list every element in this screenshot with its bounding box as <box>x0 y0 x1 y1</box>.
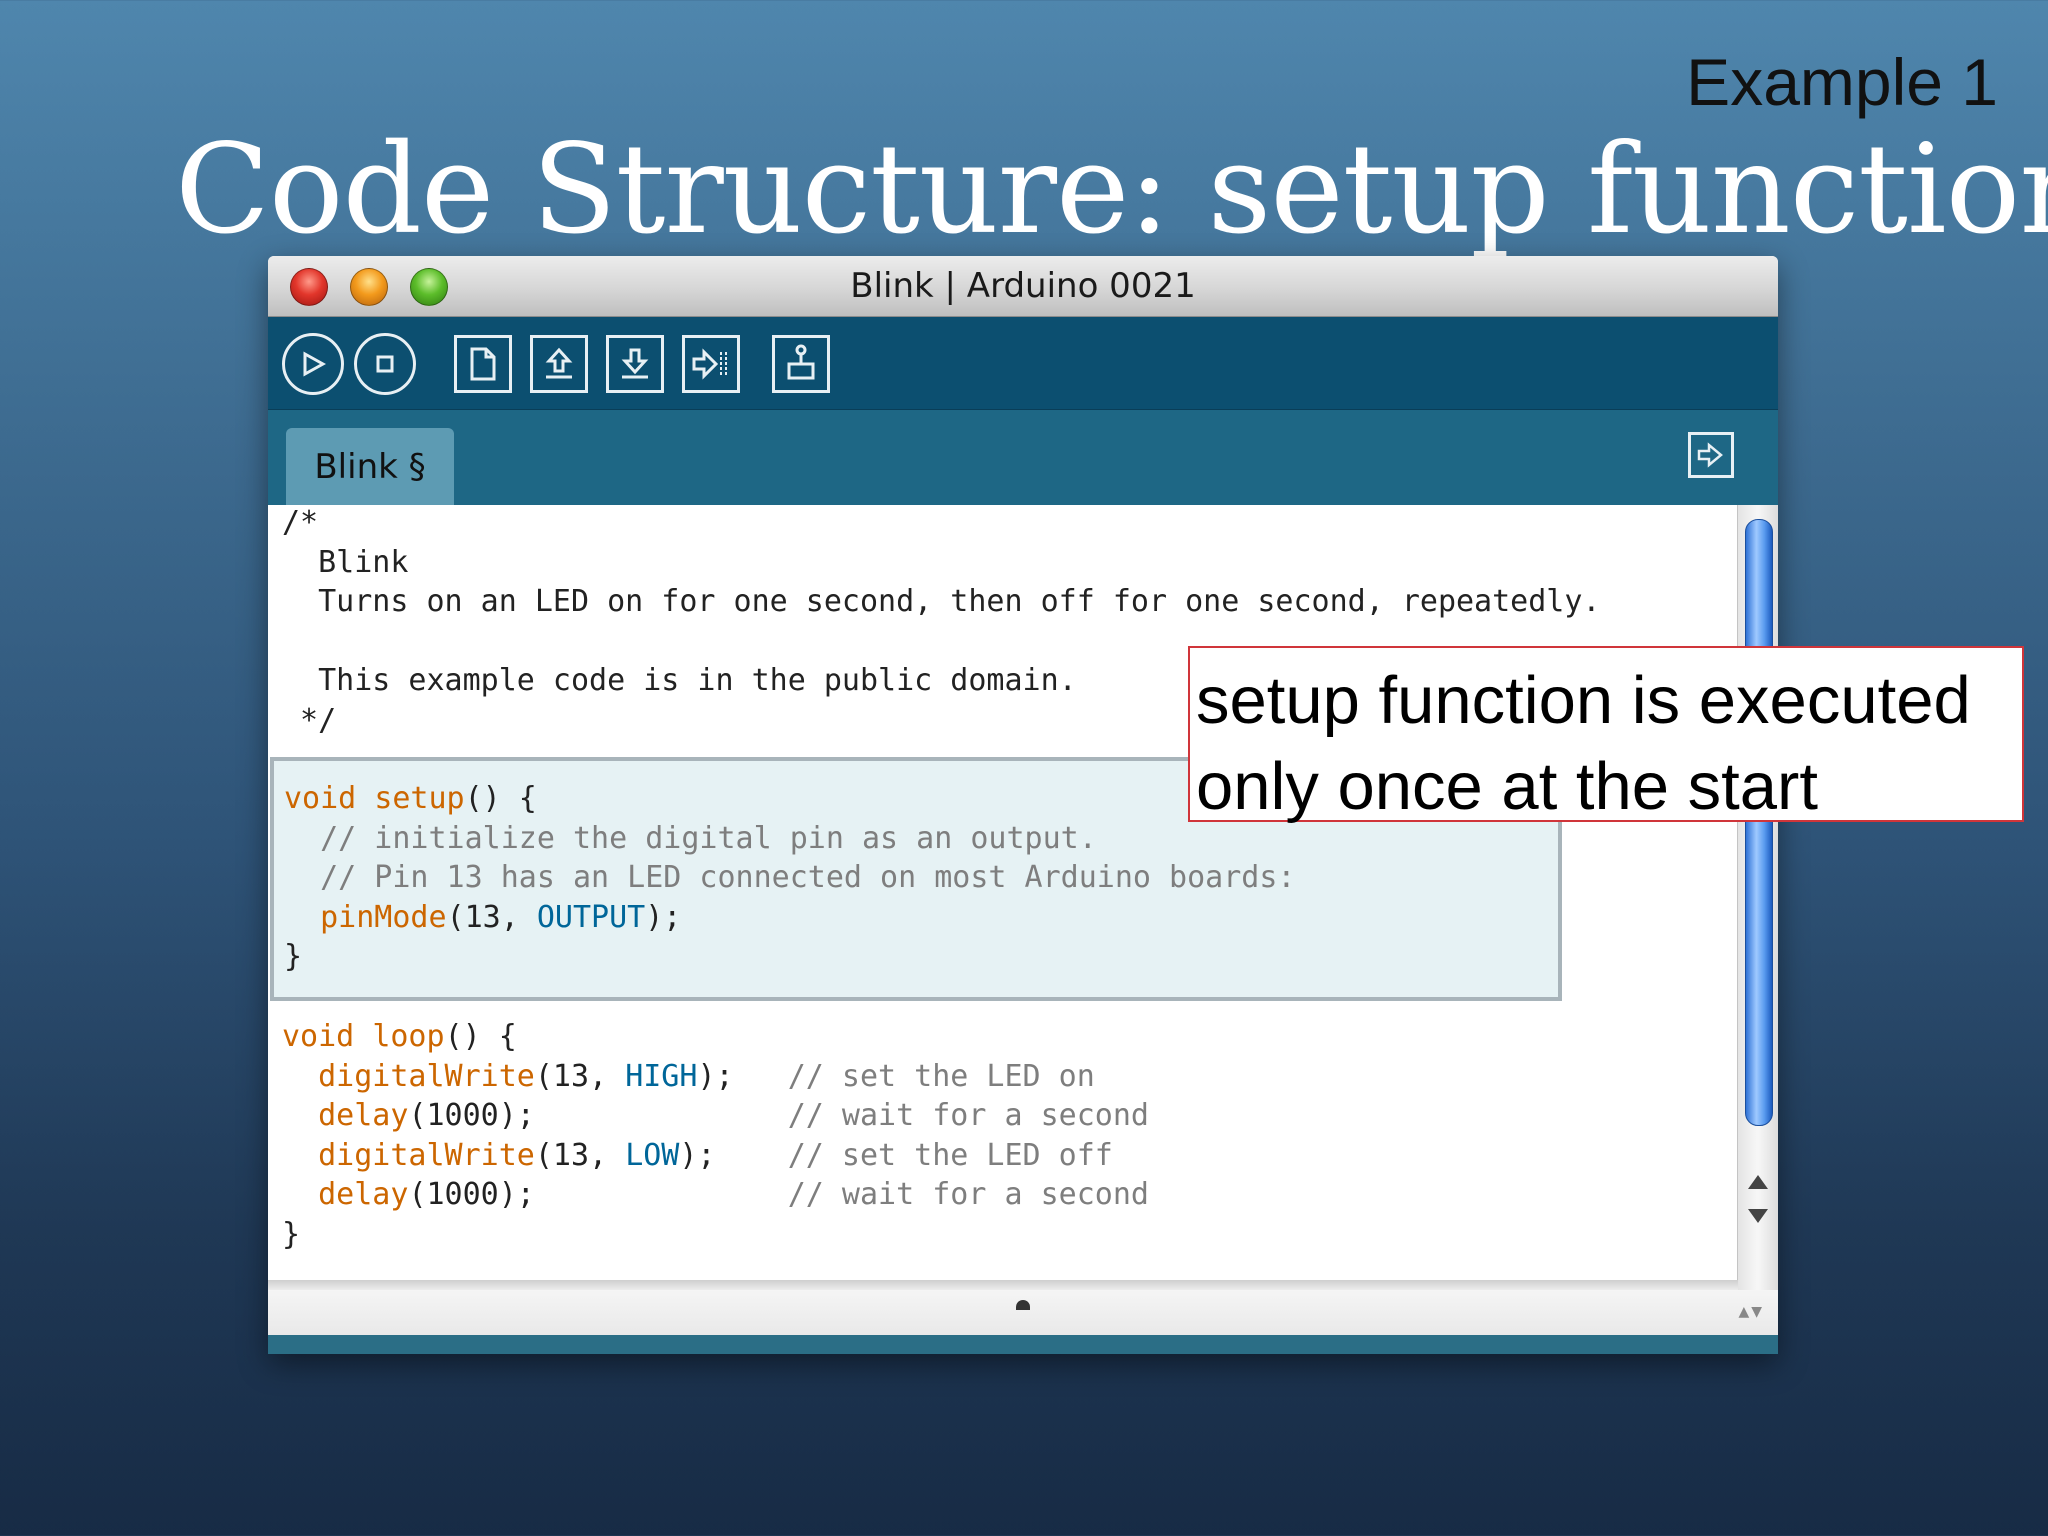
stop-icon[interactable] <box>354 333 416 395</box>
editor-divider[interactable] <box>268 1280 1738 1290</box>
code-comment: // wait for a second <box>787 1098 1149 1133</box>
function-call: delay <box>318 1098 409 1133</box>
setup-function-code: void setup() { // initialize the digital… <box>284 781 1296 974</box>
window-titlebar[interactable]: Blink | Arduino 0021 <box>268 256 1778 317</box>
vertical-scrollbar[interactable] <box>1737 505 1778 1290</box>
constant: LOW <box>625 1137 680 1173</box>
window-title: Blink | Arduino 0021 <box>850 266 1196 306</box>
scroll-down-icon[interactable] <box>1748 1209 1768 1223</box>
code-comment: // wait for a second <box>787 1177 1149 1212</box>
constant: OUTPUT <box>536 899 646 935</box>
function-call: delay <box>318 1177 409 1212</box>
loop-function-code: void loop() { digitalWrite(13, HIGH); //… <box>282 1019 1149 1252</box>
console-scroll-icon[interactable]: ▲▼ <box>1738 1304 1764 1320</box>
code-line: /* <box>282 505 319 540</box>
code-line: Blink <box>282 544 409 580</box>
resize-grip-icon[interactable] <box>1016 1300 1030 1310</box>
example-label: Example 1 <box>1686 45 1998 119</box>
code-line: */ <box>282 702 337 738</box>
code-comment: // Pin 13 has an LED connected on most A… <box>284 860 1296 895</box>
keyword: void <box>284 781 357 816</box>
tab-blink[interactable]: Blink § <box>286 428 454 506</box>
open-icon[interactable] <box>530 335 588 393</box>
function-call: digitalWrite <box>318 1058 535 1094</box>
callout-line: only once at the start <box>1196 749 1818 824</box>
code-editor[interactable]: /* Blink Turns on an LED on for one seco… <box>268 505 1738 1280</box>
callout-box: setup function is executed only once at … <box>1188 646 2024 824</box>
function-call: digitalWrite <box>318 1137 535 1173</box>
slide-title: Code Structure: setup function <box>175 118 2048 262</box>
verify-icon[interactable] <box>282 333 344 395</box>
keyword: void <box>282 1019 355 1054</box>
save-icon[interactable] <box>606 335 664 393</box>
code-line: Turns on an LED on for one second, then … <box>282 584 1601 619</box>
code-comment: // set the LED on <box>787 1058 1095 1094</box>
constant: HIGH <box>625 1058 698 1094</box>
new-icon[interactable] <box>454 335 512 393</box>
tab-bar: Blink § <box>268 410 1778 506</box>
callout-line: setup function is executed <box>1196 663 1971 738</box>
code-line: This example code is in the public domai… <box>282 663 1077 698</box>
toolbar <box>268 317 1778 410</box>
function-name: setup <box>374 781 465 816</box>
tab-menu-icon[interactable] <box>1688 432 1734 478</box>
function-name: loop <box>372 1019 445 1054</box>
function-call: pinMode <box>320 899 447 935</box>
scroll-up-icon[interactable] <box>1748 1175 1768 1189</box>
code-comment: // initialize the digital pin as an outp… <box>284 820 1097 856</box>
code-comment: // set the LED off <box>787 1137 1113 1173</box>
serial-monitor-icon[interactable] <box>772 335 830 393</box>
upload-icon[interactable] <box>682 335 740 393</box>
console-area: ▲▼ <box>268 1290 1778 1354</box>
